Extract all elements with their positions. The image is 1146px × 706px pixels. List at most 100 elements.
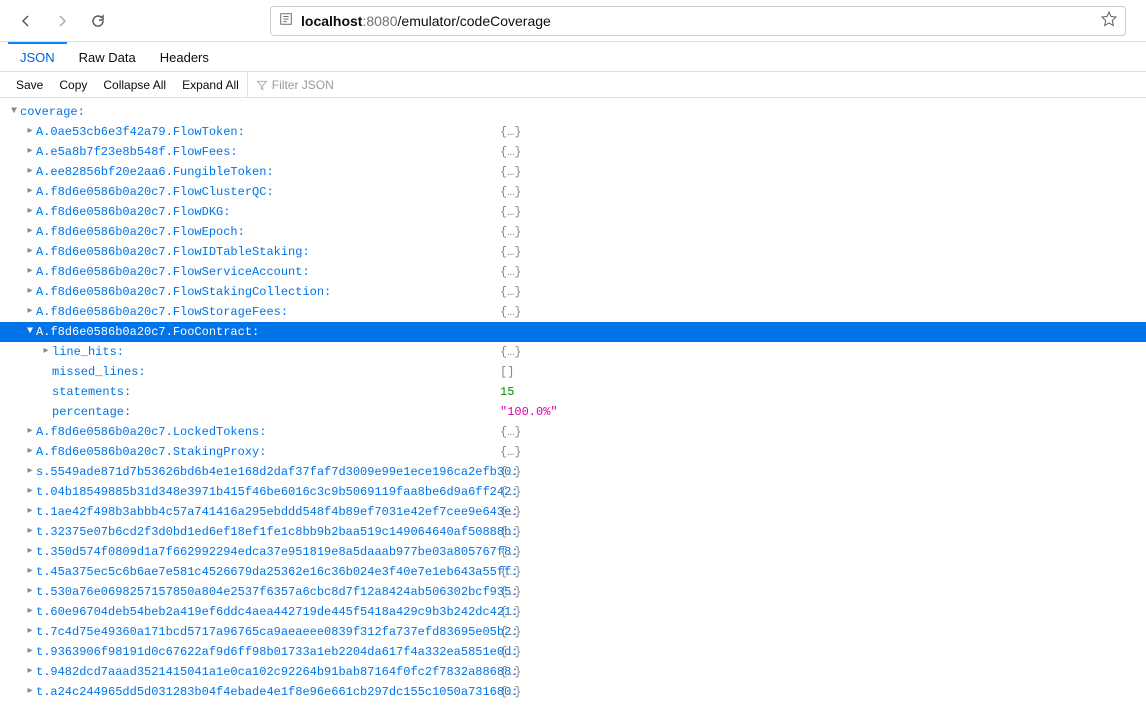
chevron-right-icon[interactable]: ▸ xyxy=(24,642,36,662)
tab-headers[interactable]: Headers xyxy=(148,42,221,71)
json-key[interactable]: t.1ae42f498b3abbb4c57a741416a295ebddd548… xyxy=(36,502,518,522)
json-object-row[interactable]: ▸t.9482dcd7aaad3521415041a1e0ca102c92264… xyxy=(0,662,1146,682)
chevron-right-icon[interactable]: ▸ xyxy=(24,682,36,702)
forward-button[interactable] xyxy=(48,7,76,35)
chevron-right-icon[interactable]: ▸ xyxy=(24,142,36,162)
json-object-row[interactable]: ▸t.45a375ec5c6b6ae7e581c4526679da25362e1… xyxy=(0,562,1146,582)
copy-button[interactable]: Copy xyxy=(51,72,95,97)
json-object-row[interactable]: ▸t.7c4d75e49360a171bcd5717a96765ca9aeaee… xyxy=(0,622,1146,642)
chevron-right-icon[interactable]: ▸ xyxy=(24,582,36,602)
json-child-row[interactable]: ▸ line_hits: {…} xyxy=(0,342,1146,362)
chevron-right-icon[interactable]: ▸ xyxy=(24,482,36,502)
back-button[interactable] xyxy=(12,7,40,35)
chevron-right-icon[interactable]: ▸ xyxy=(24,162,36,182)
json-key[interactable]: t.530a76e0698257157850a804e2537f6357a6cb… xyxy=(36,582,518,602)
json-key[interactable]: statements: xyxy=(52,382,131,402)
json-object-row[interactable]: ▸A.f8d6e0586b0a20c7.FlowDKG:{…} xyxy=(0,202,1146,222)
json-object-row[interactable]: ▸t.60e96704deb54beb2a419ef6ddc4aea442719… xyxy=(0,602,1146,622)
json-key[interactable]: t.9363906f98191d0c67622af9d6ff98b01733a1… xyxy=(36,642,518,662)
json-object-row[interactable]: ▸A.f8d6e0586b0a20c7.FlowEpoch:{…} xyxy=(0,222,1146,242)
json-key[interactable]: coverage: xyxy=(20,102,85,122)
json-key[interactable]: t.7c4d75e49360a171bcd5717a96765ca9aeaeee… xyxy=(36,622,518,642)
chevron-right-icon[interactable]: ▸ xyxy=(24,122,36,142)
json-key[interactable]: percentage: xyxy=(52,402,131,422)
filter-input[interactable] xyxy=(272,78,372,92)
json-object-row[interactable]: ▸t.04b18549885b31d348e3971b415f46be6016c… xyxy=(0,482,1146,502)
json-key[interactable]: line_hits: xyxy=(52,342,124,362)
json-key[interactable]: A.f8d6e0586b0a20c7.FlowServiceAccount: xyxy=(36,262,310,282)
json-key[interactable]: A.f8d6e0586b0a20c7.FlowStakingCollection… xyxy=(36,282,331,302)
json-object-row[interactable]: ▸A.f8d6e0586b0a20c7.StakingProxy:{…} xyxy=(0,442,1146,462)
json-object-row[interactable]: ▸t.530a76e0698257157850a804e2537f6357a6c… xyxy=(0,582,1146,602)
chevron-right-icon[interactable]: ▸ xyxy=(24,602,36,622)
chevron-right-icon[interactable]: ▸ xyxy=(24,302,36,322)
expand-all-button[interactable]: Expand All xyxy=(174,72,247,97)
json-key[interactable]: missed_lines: xyxy=(52,362,146,382)
chevron-right-icon[interactable]: ▸ xyxy=(24,242,36,262)
chevron-right-icon[interactable]: ▸ xyxy=(24,462,36,482)
json-child-row[interactable]: statements: 15 xyxy=(0,382,1146,402)
json-key[interactable]: A.f8d6e0586b0a20c7.LockedTokens: xyxy=(36,422,266,442)
save-button[interactable]: Save xyxy=(8,72,51,97)
json-key[interactable]: t.a24c244965dd5d031283b04f4ebade4e1f8e96… xyxy=(36,682,518,702)
chevron-down-icon[interactable]: ▼ xyxy=(24,322,36,342)
json-key[interactable]: s.5549ade871d7b53626bd6b4e1e168d2daf37fa… xyxy=(36,462,518,482)
chevron-right-icon[interactable]: ▸ xyxy=(24,282,36,302)
chevron-right-icon[interactable]: ▸ xyxy=(24,422,36,442)
json-object-row[interactable]: ▸s.5549ade871d7b53626bd6b4e1e168d2daf37f… xyxy=(0,462,1146,482)
json-object-row[interactable]: ▸t.350d574f0809d1a7f662992294edca37e9518… xyxy=(0,542,1146,562)
url-bar[interactable]: localhost:8080/emulator/codeCoverage xyxy=(270,6,1126,36)
chevron-right-icon[interactable]: ▸ xyxy=(24,662,36,682)
json-key[interactable]: A.0ae53cb6e3f42a79.FlowToken: xyxy=(36,122,245,142)
json-key[interactable]: t.60e96704deb54beb2a419ef6ddc4aea442719d… xyxy=(36,602,518,622)
json-key[interactable]: A.ee82856bf20e2aa6.FungibleToken: xyxy=(36,162,274,182)
tab-raw-data[interactable]: Raw Data xyxy=(67,42,148,71)
json-object-row[interactable]: ▸t.a24c244965dd5d031283b04f4ebade4e1f8e9… xyxy=(0,682,1146,702)
json-object-row[interactable]: ▸t.1ae42f498b3abbb4c57a741416a295ebddd54… xyxy=(0,502,1146,522)
json-object-row[interactable]: ▸t.32375e07b6cd2f3d0bd1ed6ef18ef1fe1c8bb… xyxy=(0,522,1146,542)
json-object-row[interactable]: ▸t.9363906f98191d0c67622af9d6ff98b01733a… xyxy=(0,642,1146,662)
json-key[interactable]: A.f8d6e0586b0a20c7.FlowIDTableStaking: xyxy=(36,242,310,262)
json-object-row[interactable]: ▸A.f8d6e0586b0a20c7.LockedTokens:{…} xyxy=(0,422,1146,442)
json-key[interactable]: t.350d574f0809d1a7f662992294edca37e95181… xyxy=(36,542,518,562)
json-key[interactable]: A.f8d6e0586b0a20c7.FlowEpoch: xyxy=(36,222,245,242)
json-key[interactable]: A.f8d6e0586b0a20c7.FlowStorageFees: xyxy=(36,302,288,322)
json-object-row[interactable]: ▸A.f8d6e0586b0a20c7.FlowServiceAccount:{… xyxy=(0,262,1146,282)
json-child-row[interactable]: percentage: "100.0%" xyxy=(0,402,1146,422)
chevron-right-icon[interactable]: ▸ xyxy=(24,622,36,642)
json-key[interactable]: t.32375e07b6cd2f3d0bd1ed6ef18ef1fe1c8bb9… xyxy=(36,522,518,542)
chevron-right-icon[interactable]: ▸ xyxy=(24,502,36,522)
json-object-row[interactable]: ▸A.0ae53cb6e3f42a79.FlowToken:{…} xyxy=(0,122,1146,142)
bookmark-button[interactable] xyxy=(1101,11,1117,30)
json-object-row[interactable]: ▸A.f8d6e0586b0a20c7.FlowStakingCollectio… xyxy=(0,282,1146,302)
json-key[interactable]: A.f8d6e0586b0a20c7.FlowClusterQC: xyxy=(36,182,274,202)
collapse-all-button[interactable]: Collapse All xyxy=(95,72,174,97)
tab-json[interactable]: JSON xyxy=(8,42,67,71)
chevron-right-icon[interactable]: ▸ xyxy=(24,222,36,242)
chevron-right-icon[interactable]: ▸ xyxy=(24,262,36,282)
json-object-row[interactable]: ▸A.f8d6e0586b0a20c7.FlowStorageFees:{…} xyxy=(0,302,1146,322)
json-key[interactable]: t.04b18549885b31d348e3971b415f46be6016c3… xyxy=(36,482,518,502)
chevron-down-icon[interactable]: ▼ xyxy=(8,102,20,122)
json-key[interactable]: t.9482dcd7aaad3521415041a1e0ca102c92264b… xyxy=(36,662,518,682)
json-key[interactable]: A.f8d6e0586b0a20c7.FlowDKG: xyxy=(36,202,230,222)
json-key[interactable]: A.f8d6e0586b0a20c7.FooContract: xyxy=(36,322,259,342)
json-child-row[interactable]: missed_lines: [] xyxy=(0,362,1146,382)
json-key[interactable]: t.45a375ec5c6b6ae7e581c4526679da25362e16… xyxy=(36,562,518,582)
json-object-row-selected[interactable]: ▼ A.f8d6e0586b0a20c7.FooContract: xyxy=(0,322,1146,342)
reload-button[interactable] xyxy=(84,7,112,35)
json-object-row[interactable]: ▸A.f8d6e0586b0a20c7.FlowClusterQC:{…} xyxy=(0,182,1146,202)
json-object-row[interactable]: ▸A.e5a8b7f23e8b548f.FlowFees:{…} xyxy=(0,142,1146,162)
chevron-right-icon[interactable]: ▸ xyxy=(24,182,36,202)
json-object-row[interactable]: ▸A.ee82856bf20e2aa6.FungibleToken:{…} xyxy=(0,162,1146,182)
json-key[interactable]: A.f8d6e0586b0a20c7.StakingProxy: xyxy=(36,442,266,462)
json-key[interactable]: A.e5a8b7f23e8b548f.FlowFees: xyxy=(36,142,238,162)
chevron-right-icon[interactable]: ▸ xyxy=(24,522,36,542)
chevron-right-icon[interactable]: ▸ xyxy=(24,442,36,462)
chevron-right-icon[interactable]: ▸ xyxy=(24,562,36,582)
json-root-row[interactable]: ▼ coverage: xyxy=(0,102,1146,122)
chevron-right-icon[interactable]: ▸ xyxy=(40,342,52,362)
chevron-right-icon[interactable]: ▸ xyxy=(24,542,36,562)
chevron-right-icon[interactable]: ▸ xyxy=(24,202,36,222)
json-object-row[interactable]: ▸A.f8d6e0586b0a20c7.FlowIDTableStaking:{… xyxy=(0,242,1146,262)
